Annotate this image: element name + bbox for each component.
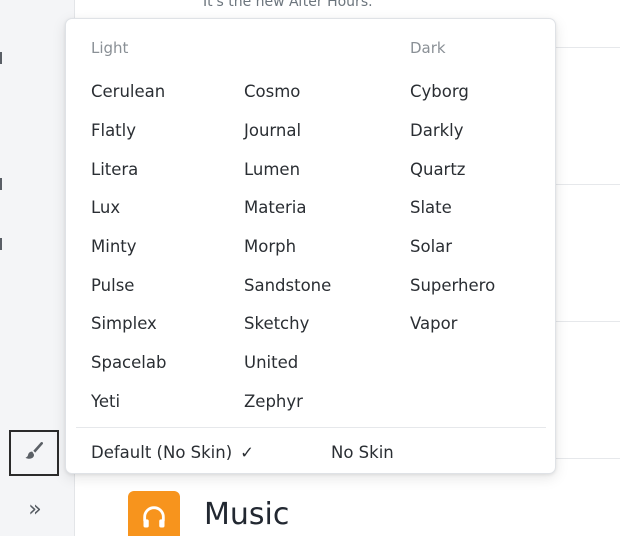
skin-option-litera[interactable]: Litera	[91, 160, 138, 180]
skin-option-flatly[interactable]: Flatly	[91, 121, 136, 141]
skin-option-spacelab[interactable]: Spacelab	[91, 353, 166, 373]
skin-option-quartz[interactable]: Quartz	[410, 160, 465, 180]
skin-option-cyborg[interactable]: Cyborg	[410, 82, 469, 102]
dark-skins-heading: Dark	[410, 39, 446, 57]
skin-picker-popover: Light Dark Cerulean Flatly Litera Lux Mi…	[65, 18, 556, 474]
skin-option-minty[interactable]: Minty	[91, 237, 137, 257]
skin-picker-button[interactable]	[9, 430, 59, 476]
skin-option-superhero[interactable]: Superhero	[410, 276, 495, 296]
skin-option-cosmo[interactable]: Cosmo	[244, 82, 300, 102]
skin-option-materia[interactable]: Materia	[244, 198, 306, 218]
skin-option-vapor[interactable]: Vapor	[410, 314, 457, 334]
skin-option-no-skin[interactable]: No Skin	[331, 443, 394, 463]
popover-divider	[76, 427, 546, 428]
skin-option-lux[interactable]: Lux	[91, 198, 120, 218]
sidebar: »	[0, 0, 75, 536]
skin-option-yeti[interactable]: Yeti	[91, 392, 120, 412]
headphones-icon	[128, 491, 180, 536]
section-hint-text: It's the new After Hours.	[203, 0, 373, 10]
skin-option-cerulean[interactable]: Cerulean	[91, 82, 165, 102]
skin-option-slate[interactable]: Slate	[410, 198, 452, 218]
sidebar-marker	[0, 52, 2, 64]
expand-sidebar-button[interactable]: »	[16, 494, 54, 524]
skin-option-pulse[interactable]: Pulse	[91, 276, 134, 296]
skin-option-united[interactable]: United	[244, 353, 298, 373]
checkmark-icon: ✓	[240, 443, 254, 462]
skin-option-lumen[interactable]: Lumen	[244, 160, 300, 180]
skin-option-simplex[interactable]: Simplex	[91, 314, 157, 334]
skin-option-solar[interactable]: Solar	[410, 237, 452, 257]
light-skins-heading: Light	[91, 39, 129, 57]
skin-option-sketchy[interactable]: Sketchy	[244, 314, 309, 334]
skin-option-zephyr[interactable]: Zephyr	[244, 392, 303, 412]
music-section-header[interactable]: Music	[128, 491, 289, 536]
sidebar-marker	[0, 238, 2, 250]
skin-option-journal[interactable]: Journal	[244, 121, 301, 141]
app-stage: It's the new After Hours. Music » Light …	[0, 0, 620, 536]
section-title: Music	[204, 496, 290, 532]
sidebar-marker	[0, 178, 2, 190]
default-skin-label: Default (No Skin)	[91, 443, 233, 462]
skin-option-morph[interactable]: Morph	[244, 237, 296, 257]
skin-option-darkly[interactable]: Darkly	[410, 121, 464, 141]
chevron-double-right-icon: »	[28, 496, 42, 522]
skin-option-default[interactable]: Default (No Skin) ✓	[91, 443, 254, 463]
skin-option-sandstone[interactable]: Sandstone	[244, 276, 331, 296]
paintbrush-icon	[22, 439, 46, 467]
